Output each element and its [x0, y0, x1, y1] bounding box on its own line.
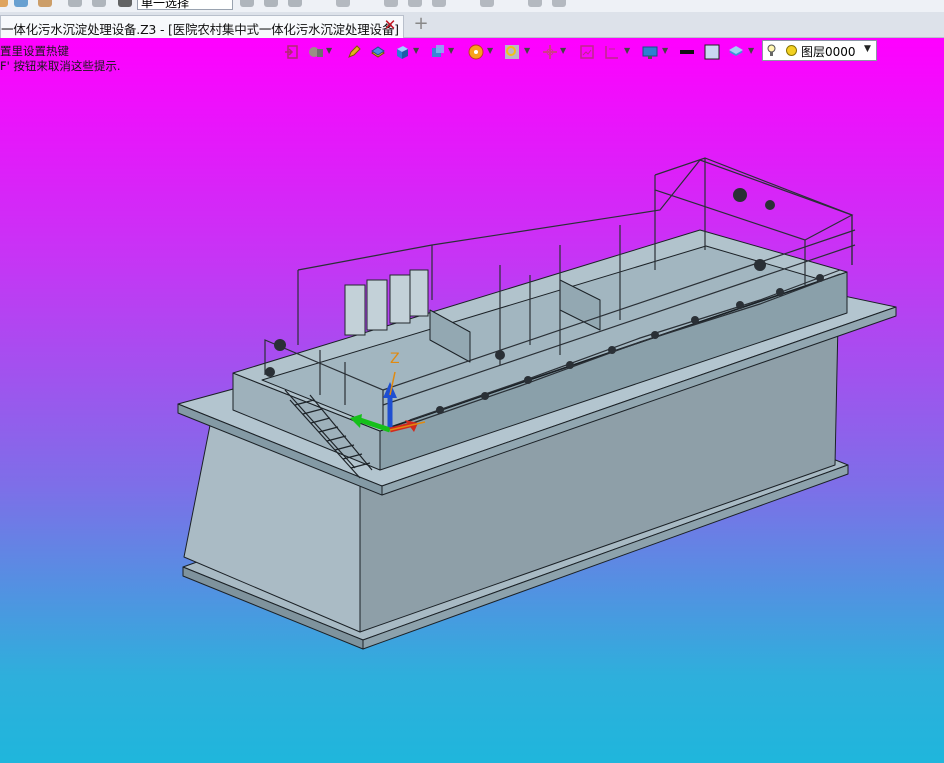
line-tool-icon[interactable] — [336, 0, 350, 7]
line-color-icon[interactable] — [679, 44, 695, 60]
filter-tank — [366, 279, 388, 331]
sewage-tank-model[interactable]: Z — [0, 38, 944, 763]
bulb-icon[interactable] — [767, 44, 776, 57]
snap-icon[interactable] — [288, 0, 302, 7]
pipe-fitting — [691, 316, 699, 324]
pump-unit — [495, 350, 505, 360]
open-icon[interactable] — [14, 0, 28, 7]
chevron-down-icon[interactable]: ▼ — [624, 47, 631, 55]
chevron-down-icon[interactable]: ▼ — [864, 44, 871, 54]
close-icon[interactable]: ✕ — [382, 17, 398, 33]
pipe-fitting — [566, 361, 574, 369]
pump-unit — [765, 200, 775, 210]
move-icon[interactable] — [542, 44, 558, 60]
3d-viewport[interactable]: 置里设置热键 F' 按钮来取消这些提示. Z ▼ ▼ ▼ ▼ ▼ ▼ ▼ ▼ ▼… — [0, 38, 944, 763]
chevron-down-icon[interactable]: ▼ — [487, 47, 494, 55]
layer-manager-icon[interactable] — [728, 44, 744, 60]
settings-icon[interactable] — [552, 0, 566, 7]
top-toolbar: 单一选择 — [0, 0, 944, 12]
redo-icon[interactable] — [92, 0, 106, 7]
pump-unit — [733, 188, 747, 202]
zoom-icon[interactable] — [504, 44, 520, 60]
pump-unit — [754, 259, 766, 271]
pump-unit — [265, 367, 275, 377]
pipe-fitting — [608, 346, 616, 354]
chevron-down-icon[interactable]: ▼ — [413, 47, 420, 55]
pipe-fitting — [651, 331, 659, 339]
pick-icon[interactable] — [240, 0, 254, 7]
pump-unit — [274, 339, 286, 351]
exit-sketch-icon[interactable] — [284, 44, 300, 60]
chevron-down-icon[interactable]: ▼ — [326, 47, 333, 55]
pipe-fitting — [481, 392, 489, 400]
chevron-down-icon[interactable]: ▼ — [662, 47, 669, 55]
pencil-icon[interactable] — [346, 44, 362, 60]
tab-title: 一体化污水沉淀处理设备.Z3 - [医院农村集中式一体化污水沉淀处理设备] — [1, 22, 399, 37]
selection-mode-select[interactable]: 单一选择 — [137, 0, 233, 10]
pipe-fitting — [816, 274, 824, 282]
chevron-down-icon[interactable]: ▼ — [560, 47, 567, 55]
pipe-fitting — [436, 406, 444, 414]
z-axis-label: Z — [390, 351, 400, 367]
fill-icon[interactable] — [704, 44, 720, 60]
filter-tank — [389, 274, 411, 324]
arc-tool-icon[interactable] — [408, 0, 422, 7]
document-tab[interactable]: 一体化污水沉淀处理设备.Z3 - [医院农村集中式一体化污水沉淀处理设备] ✕ — [0, 15, 404, 38]
filter-tank — [409, 269, 429, 317]
tab-bar: 一体化污水沉淀处理设备.Z3 - [医院农村集中式一体化污水沉淀处理设备] ✕ … — [0, 12, 944, 38]
chevron-down-icon[interactable]: ▼ — [748, 47, 755, 55]
sheet-icon[interactable] — [370, 44, 386, 60]
filter-tank — [344, 284, 366, 336]
chevron-down-icon[interactable]: ▼ — [524, 47, 531, 55]
view-cube-icon[interactable] — [430, 44, 446, 60]
circle-tool-icon[interactable] — [384, 0, 398, 7]
dimension-icon[interactable] — [604, 44, 620, 60]
section-icon[interactable] — [579, 44, 595, 60]
save-icon[interactable] — [38, 0, 52, 7]
right-cage — [654, 157, 854, 241]
gear-icon[interactable] — [528, 0, 542, 7]
file-icon[interactable] — [0, 0, 8, 7]
undo-icon[interactable] — [68, 0, 82, 7]
pick-filter-icon[interactable] — [264, 0, 278, 7]
display-icon[interactable] — [642, 44, 658, 60]
point-tool-icon[interactable] — [432, 0, 446, 7]
filter-icon[interactable] — [118, 0, 132, 7]
new-tab-button[interactable]: + — [412, 14, 430, 34]
pipe-fitting — [736, 301, 744, 309]
layer-select[interactable]: 图层0000 ▼ — [762, 40, 877, 61]
cube-icon[interactable] — [394, 44, 410, 60]
layer-color-swatch — [786, 45, 797, 56]
chevron-down-icon[interactable]: ▼ — [448, 47, 455, 55]
color-wheel-icon[interactable] — [468, 44, 484, 60]
trim-tool-icon[interactable] — [480, 0, 494, 7]
layer-name: 图层0000 — [801, 45, 856, 59]
pipe-fitting — [776, 288, 784, 296]
pipe-fitting — [524, 376, 532, 384]
view-mode-icon[interactable] — [308, 44, 324, 60]
